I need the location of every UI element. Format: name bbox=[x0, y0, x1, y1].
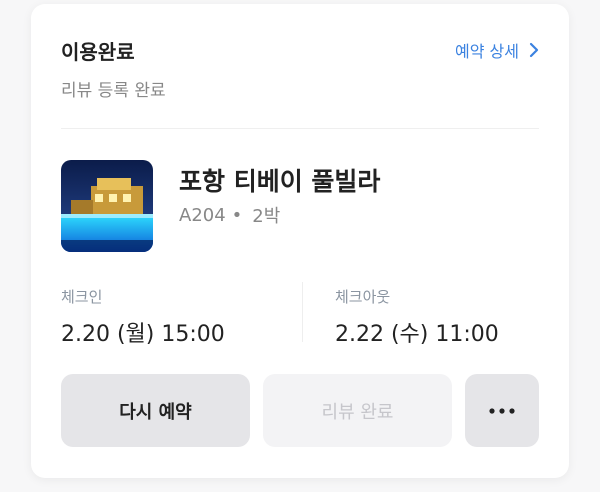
hotel-thumbnail[interactable] bbox=[61, 160, 153, 252]
divider bbox=[61, 128, 539, 129]
booking-card: 이용완료 리뷰 등록 완료 예약 상세 포항 티베이 풀빌라 A204 • 2박… bbox=[31, 4, 569, 478]
room-number: A204 bbox=[179, 204, 226, 226]
review-status: 리뷰 등록 완료 bbox=[61, 81, 166, 101]
more-button[interactable] bbox=[465, 374, 539, 447]
rebook-button[interactable]: 다시 예약 bbox=[61, 374, 250, 447]
booking-status: 이용완료 bbox=[61, 40, 135, 64]
hotel-name: 포항 티베이 풀빌라 bbox=[179, 167, 381, 196]
chevron-right-icon bbox=[529, 42, 539, 58]
room-info: A204 • 2박 bbox=[179, 202, 280, 228]
nights-count: 2박 bbox=[252, 206, 281, 227]
checkin-value: 2.20 (월) 15:00 bbox=[61, 322, 225, 347]
checkout-value: 2.22 (수) 11:00 bbox=[335, 322, 499, 347]
booking-detail-link[interactable]: 예약 상세 bbox=[455, 38, 539, 62]
vertical-divider bbox=[302, 282, 303, 342]
booking-detail-label: 예약 상세 bbox=[455, 42, 519, 61]
review-done-button: 리뷰 완료 bbox=[263, 374, 452, 447]
more-horizontal-icon bbox=[489, 407, 515, 414]
separator-dot: • bbox=[231, 204, 243, 226]
checkin-label: 체크인 bbox=[61, 288, 103, 306]
checkout-label: 체크아웃 bbox=[335, 288, 391, 306]
